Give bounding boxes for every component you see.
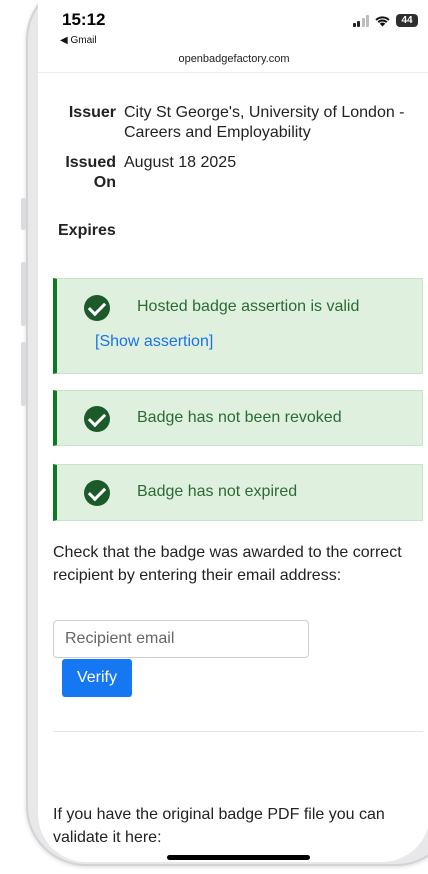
status-icons: 44 (352, 14, 418, 27)
phone-side-button (21, 198, 26, 230)
alert-text: Hosted badge assertion is valid (137, 298, 360, 315)
back-to-gmail-link[interactable]: ◀ Gmail (60, 35, 97, 46)
expires-row: Expires - (38, 221, 408, 241)
phone-side-button (21, 342, 26, 406)
issuer-row: Issuer City St George's, University of L… (54, 103, 424, 143)
signal-icon (352, 14, 369, 27)
assertion-valid-alert: Hosted badge assertion is valid [Show as… (53, 278, 423, 374)
home-indicator[interactable] (167, 855, 310, 860)
address-bar-url[interactable]: openbadgefactory.com (38, 53, 428, 65)
phone-screen: 15:12 ◀ Gmail 44 openbadgefactory.com Is… (38, 0, 428, 862)
expires-value: - (108, 222, 114, 239)
section-divider (53, 731, 423, 732)
expires-label: Expires (58, 222, 116, 239)
issued-on-row: Issued On August 18 2025 (54, 153, 424, 193)
issued-on-value: August 18 2025 (124, 154, 237, 171)
issuer-value: City St George's, University of London -… (124, 104, 405, 141)
verify-instructions: Check that the badge was awarded to the … (53, 544, 402, 584)
check-circle-icon (84, 406, 110, 432)
phone-side-button (21, 262, 26, 326)
alert-text: Badge has not expired (137, 483, 298, 500)
battery-icon: 44 (396, 14, 418, 27)
pdf-validate-text: If you have the original badge PDF file … (53, 806, 385, 846)
status-time: 15:12 (62, 10, 106, 29)
page: 15:12 ◀ Gmail 44 openbadgefactory.com Is… (0, 0, 428, 874)
address-bar-divider (38, 72, 428, 73)
show-assertion-link[interactable]: [Show assertion] (95, 333, 213, 351)
check-circle-icon (84, 295, 110, 321)
not-expired-alert: Badge has not expired (53, 464, 423, 521)
check-circle-icon (84, 480, 110, 506)
verify-button[interactable]: Verify (62, 659, 132, 697)
issued-on-label: Issued On (65, 154, 116, 191)
alert-text: Badge has not been revoked (137, 409, 342, 426)
wifi-icon (375, 15, 390, 26)
issuer-label: Issuer (68, 104, 116, 121)
recipient-email-input[interactable] (53, 620, 309, 658)
not-revoked-alert: Badge has not been revoked (53, 390, 423, 446)
